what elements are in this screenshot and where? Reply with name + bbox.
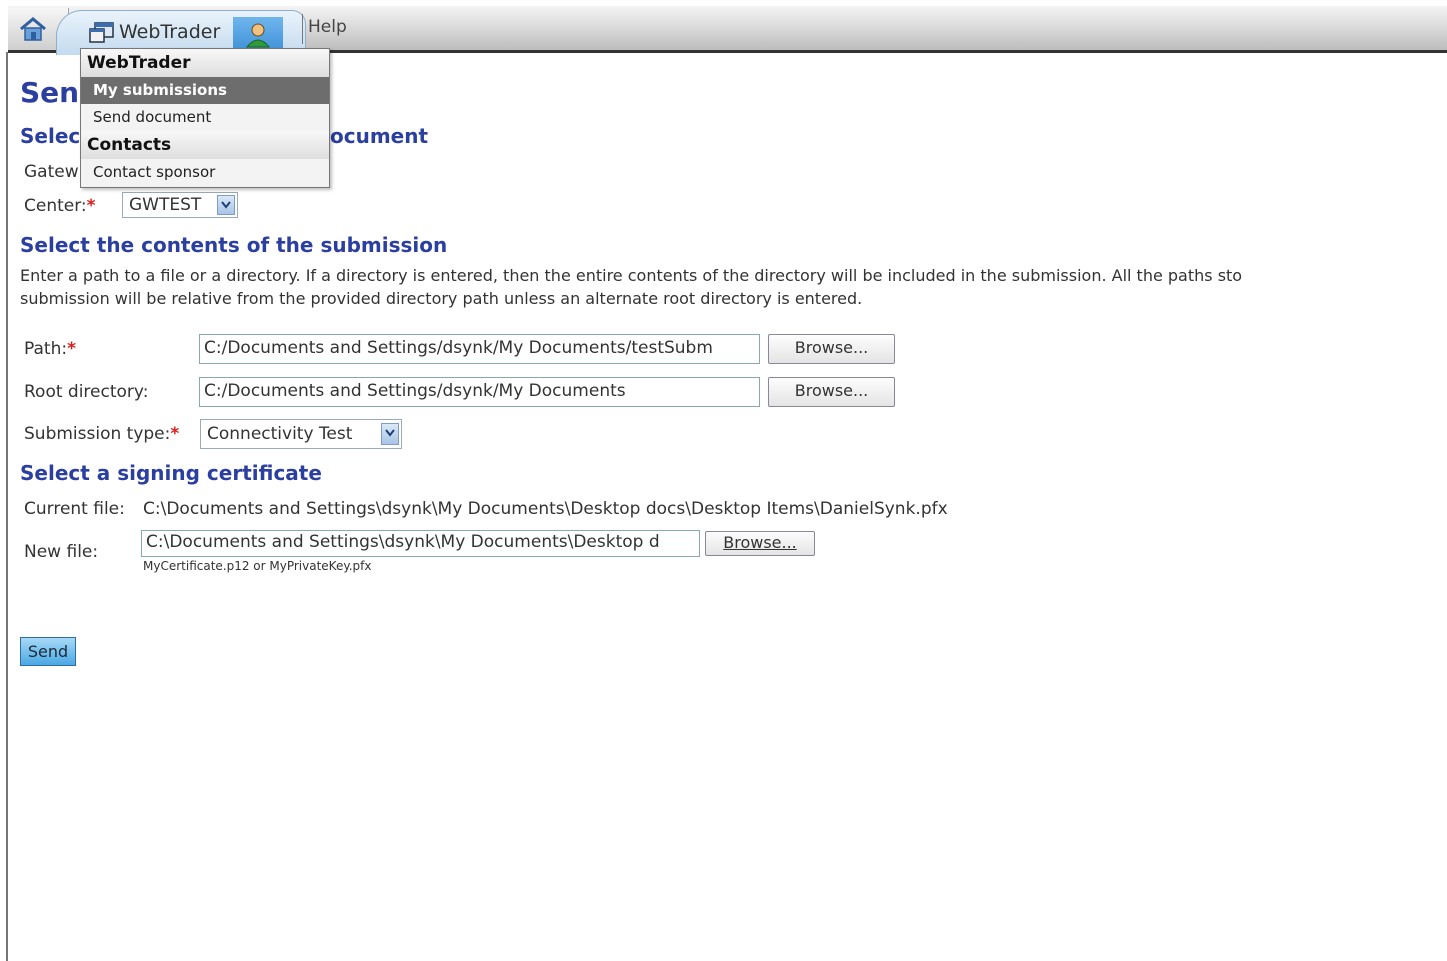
- menu-header-contacts: Contacts: [81, 131, 329, 159]
- menu-item-my-submissions[interactable]: My submissions: [81, 77, 329, 104]
- submission-type-label: Submission type:*: [24, 424, 179, 444]
- page-title: Sen: [20, 76, 80, 109]
- webtrader-dropdown-menu: WebTrader My submissions Send document C…: [80, 48, 330, 188]
- required-marker: *: [86, 196, 96, 216]
- top-tab-bar: WebTrader Help: [8, 6, 1447, 55]
- help-link[interactable]: Help: [308, 17, 347, 37]
- tab-webtrader-label: WebTrader: [119, 21, 221, 43]
- section-signing-title: Select a signing certificate: [20, 461, 322, 485]
- submission-type-label-text: Submission type:: [24, 424, 171, 444]
- tab-separator: [302, 14, 303, 44]
- new-file-input[interactable]: C:\Documents and Settings\dsynk\My Docum…: [141, 530, 700, 557]
- section-select-document-right: ocument: [330, 124, 429, 148]
- new-file-browse-button[interactable]: Browse...: [705, 531, 815, 556]
- new-file-hint: MyCertificate.p12 or MyPrivateKey.pfx: [143, 559, 372, 573]
- path-label: Path:*: [24, 339, 76, 359]
- center-label: Center:*: [24, 196, 96, 216]
- new-file-label: New file:: [24, 542, 99, 562]
- required-marker: *: [170, 424, 180, 444]
- root-directory-input[interactable]: C:/Documents and Settings/dsynk/My Docum…: [199, 377, 760, 407]
- section-contents-title: Select the contents of the submission: [20, 233, 448, 257]
- menu-item-send-document[interactable]: Send document: [81, 104, 329, 131]
- home-icon[interactable]: [18, 16, 48, 46]
- menu-item-contact-sponsor[interactable]: Contact sponsor: [81, 159, 329, 186]
- root-browse-button[interactable]: Browse...: [768, 377, 895, 407]
- description-line-1: Enter a path to a file or a directory. I…: [20, 266, 1243, 285]
- submission-type-select[interactable]: Connectivity Test: [200, 419, 402, 449]
- root-directory-label: Root directory:: [24, 382, 149, 402]
- path-input[interactable]: C:/Documents and Settings/dsynk/My Docum…: [199, 334, 760, 364]
- left-border: [6, 52, 8, 961]
- send-button[interactable]: Send: [20, 637, 76, 666]
- app-window-icon: [89, 22, 115, 48]
- menu-header-webtrader: WebTrader: [81, 49, 329, 77]
- chevron-down-icon[interactable]: [217, 195, 235, 215]
- submission-type-value: Connectivity Test: [207, 424, 353, 444]
- current-file-value: C:\Documents and Settings\dsynk\My Docum…: [143, 499, 948, 519]
- gateway-label: Gatew: [24, 162, 79, 182]
- current-file-label: Current file:: [24, 499, 125, 519]
- center-label-text: Center:: [24, 196, 87, 216]
- chevron-down-icon[interactable]: [381, 423, 399, 445]
- path-label-text: Path:: [24, 339, 68, 359]
- contents-description: Enter a path to a file or a directory. I…: [20, 264, 1447, 310]
- description-line-2: submission will be relative from the pro…: [20, 289, 863, 308]
- path-browse-button[interactable]: Browse...: [768, 334, 895, 364]
- center-select-value: GWTEST: [129, 195, 202, 215]
- required-marker: *: [67, 339, 76, 359]
- center-select[interactable]: GWTEST: [122, 192, 238, 218]
